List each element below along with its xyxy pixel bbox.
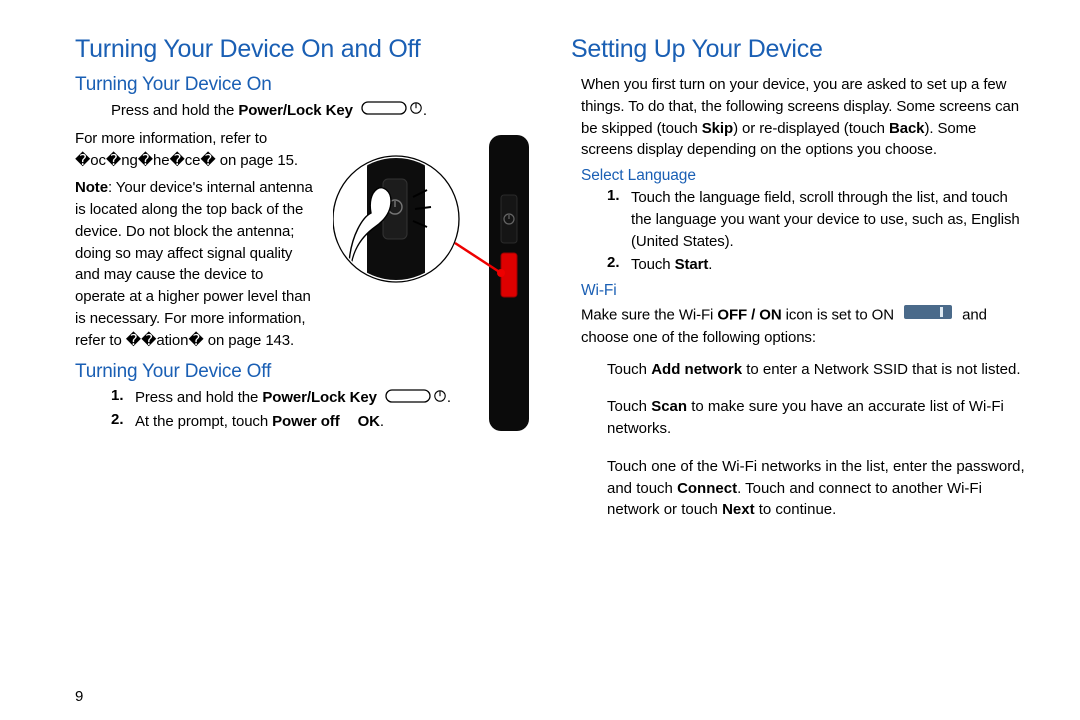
step-lang-2: 2. Touch Start. — [571, 254, 1032, 276]
wifi-options: Touch Add network to enter a Network SSI… — [571, 359, 1032, 522]
heading-turning-on: Turning Your Device On — [75, 74, 537, 96]
toggle-on-icon — [904, 304, 952, 327]
step-number: 1. — [111, 387, 135, 409]
power-key-icon — [361, 100, 423, 122]
text: For more information, refer to — [75, 130, 267, 147]
note-label: Note — [75, 179, 108, 196]
heading-setting-up: Setting Up Your Device — [571, 35, 1032, 64]
step-number: 2. — [607, 254, 631, 276]
instruction-power-on: Press and hold the Power/Lock Key . — [75, 100, 537, 122]
wifi-intro: Make sure the Wi-Fi OFF / ON icon is set… — [571, 304, 1032, 349]
power-lock-label: Power/Lock Key — [238, 102, 352, 119]
heading-select-language: Select Language — [571, 167, 1032, 185]
step-lang-1: 1. Touch the language field, scroll thro… — [571, 187, 1032, 252]
setup-intro: When you first turn on your device, you … — [571, 74, 1032, 161]
left-column: Turning Your Device On and Off Turning Y… — [75, 35, 537, 700]
note-body: : Your device's internal antenna is loca… — [75, 179, 313, 348]
step-text: Touch Start. — [631, 254, 1032, 276]
text: Press and hold the — [111, 102, 238, 119]
heading-turning-on-off: Turning Your Device On and Off — [75, 35, 537, 64]
step-number: 2. — [111, 411, 135, 433]
step-number: 1. — [607, 187, 631, 252]
more-info-note: For more information, refer to �oc�ng�he… — [75, 128, 315, 172]
device-figure — [333, 135, 543, 435]
step-text: Touch the language field, scroll through… — [631, 187, 1032, 252]
heading-wifi: Wi-Fi — [571, 282, 1032, 300]
wifi-option: Touch Scan to make sure you have an accu… — [607, 396, 1032, 440]
period: . — [423, 102, 427, 119]
placeholder-ref: �oc�ng�he�ce� — [75, 152, 216, 169]
page-ref: on page 15. — [220, 152, 298, 169]
wifi-option: Touch one of the Wi-Fi networks in the l… — [607, 456, 1032, 521]
antenna-note: Note: Your device's internal antenna is … — [75, 177, 315, 351]
wifi-option: Touch Add network to enter a Network SSI… — [607, 359, 1032, 381]
right-column: Setting Up Your Device When you first tu… — [571, 35, 1032, 700]
page-number: 9 — [75, 688, 83, 705]
